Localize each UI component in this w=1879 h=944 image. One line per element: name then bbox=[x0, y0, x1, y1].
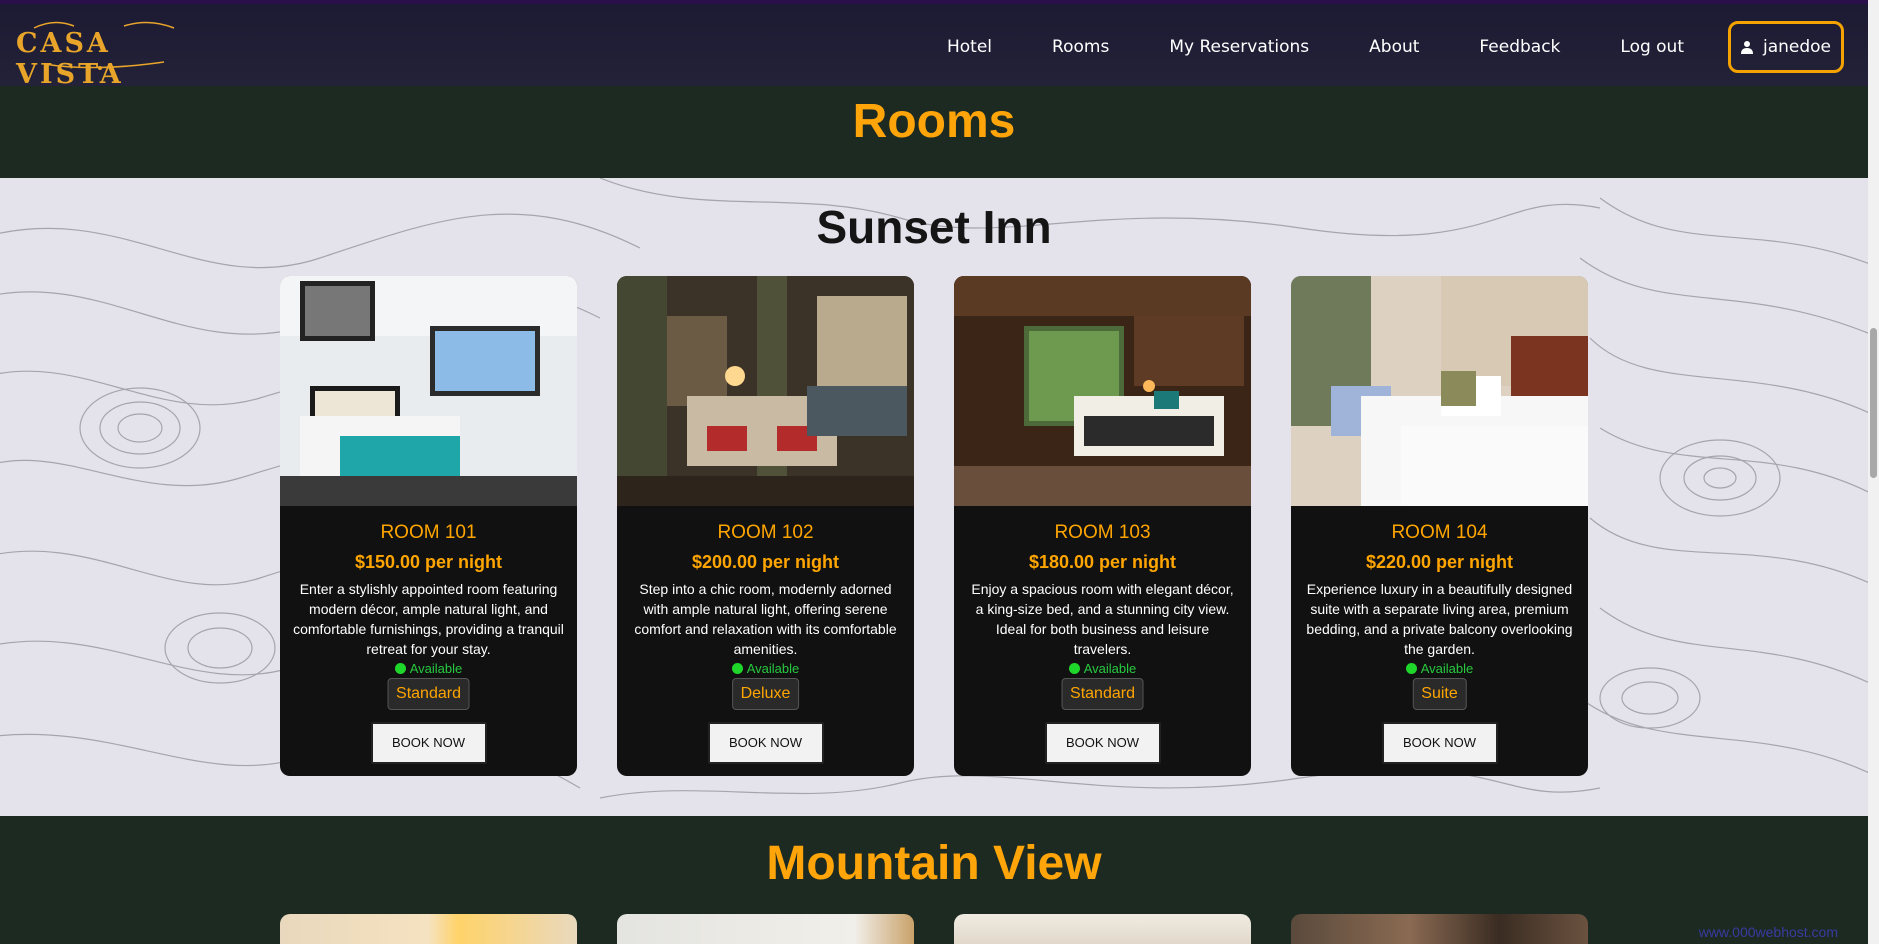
book-now-button[interactable]: BOOK NOW bbox=[707, 722, 824, 764]
room-card: ROOM 103 $180.00 per night Enjoy a spaci… bbox=[954, 276, 1251, 776]
nav-link-hotel[interactable]: Hotel bbox=[947, 37, 992, 57]
room-description: Enter a stylishly appointed room featuri… bbox=[293, 581, 564, 657]
broken-image-link[interactable]: www.000webhost.com bbox=[1699, 924, 1838, 940]
status-label: Available bbox=[746, 661, 800, 676]
user-account-button[interactable]: janedoe bbox=[1728, 21, 1844, 73]
availability-status: Available bbox=[280, 661, 577, 676]
nav-link-rooms[interactable]: Rooms bbox=[1052, 37, 1109, 57]
room-description: Experience luxury in a beautifully desig… bbox=[1306, 581, 1573, 657]
availability-status: Available bbox=[617, 661, 914, 676]
room-price: $150.00 per night bbox=[354, 552, 503, 572]
room-card-photo bbox=[1291, 914, 1588, 944]
availability-status: Available bbox=[1291, 661, 1588, 676]
room-cards: ROOM 101 $150.00 per night Enter a styli… bbox=[280, 276, 1588, 776]
casa-vista-logo[interactable]: CASA VISTA bbox=[14, 18, 184, 90]
status-label: Available bbox=[1083, 661, 1137, 676]
hotel-section-sunset-inn: Sunset Inn ROOM 101 $150.00 per night En… bbox=[0, 178, 1868, 816]
scrollbar-thumb[interactable] bbox=[1870, 328, 1877, 478]
room-card-photo bbox=[954, 914, 1251, 944]
available-dot-icon bbox=[394, 663, 406, 674]
page-scrollbar[interactable] bbox=[1868, 0, 1879, 944]
logo-text: CASA VISTA bbox=[16, 28, 124, 90]
nav-links: Hotel Rooms My Reservations About Feedba… bbox=[887, 20, 1844, 74]
room-card: ROOM 101 $150.00 per night Enter a styli… bbox=[280, 276, 577, 776]
room-type-badge: Standard bbox=[387, 678, 470, 710]
available-dot-icon bbox=[731, 663, 743, 674]
username-label: janedoe bbox=[1762, 37, 1832, 57]
status-label: Available bbox=[1420, 661, 1474, 676]
room-title: ROOM 101 bbox=[380, 522, 477, 543]
room-type-badge: Standard bbox=[1061, 678, 1144, 710]
room-type-badge: Deluxe bbox=[731, 678, 800, 710]
book-now-button[interactable]: BOOK NOW bbox=[1044, 722, 1161, 764]
nav-link-feedback[interactable]: Feedback bbox=[1479, 37, 1560, 57]
available-dot-icon bbox=[1405, 663, 1417, 674]
room-102-photo bbox=[617, 276, 914, 506]
room-price: $180.00 per night bbox=[1028, 552, 1177, 572]
availability-status: Available bbox=[954, 661, 1251, 676]
room-103-photo bbox=[954, 276, 1251, 506]
hotel-name: Sunset Inn bbox=[816, 201, 1052, 253]
nav-link-about[interactable]: About bbox=[1369, 37, 1419, 57]
room-card-photo bbox=[280, 914, 577, 944]
book-now-button[interactable]: BOOK NOW bbox=[370, 722, 487, 764]
room-price: $200.00 per night bbox=[691, 552, 840, 572]
hotel-name: Mountain View bbox=[766, 837, 1102, 890]
room-101-photo bbox=[280, 276, 577, 506]
rooms-header-band: Rooms bbox=[0, 86, 1868, 178]
book-now-button[interactable]: BOOK NOW bbox=[1381, 722, 1498, 764]
room-description: Step into a chic room, modernly adorned … bbox=[634, 581, 897, 657]
room-card: ROOM 104 $220.00 per night Experience lu… bbox=[1291, 276, 1588, 776]
hotel-section-mountain-view: Mountain View www.000webhost.com bbox=[0, 816, 1868, 944]
nav-link-my-reservations[interactable]: My Reservations bbox=[1169, 37, 1309, 57]
top-navbar: CASA VISTA Hotel Rooms My Reservations A… bbox=[0, 0, 1868, 90]
room-104-photo bbox=[1291, 276, 1588, 506]
room-description: Enjoy a spacious room with elegant décor… bbox=[971, 581, 1234, 657]
status-label: Available bbox=[409, 661, 463, 676]
room-card: ROOM 102 $200.00 per night Step into a c… bbox=[617, 276, 914, 776]
nav-link-logout[interactable]: Log out bbox=[1620, 37, 1684, 57]
room-card-photo bbox=[617, 914, 914, 944]
page-title: Rooms bbox=[852, 95, 1016, 148]
room-price: $220.00 per night bbox=[1365, 552, 1514, 572]
room-title: ROOM 103 bbox=[1054, 522, 1151, 543]
room-title: ROOM 104 bbox=[1391, 522, 1488, 543]
room-cards bbox=[280, 914, 1588, 944]
user-icon bbox=[1740, 40, 1753, 54]
room-type-badge: Suite bbox=[1412, 678, 1467, 710]
available-dot-icon bbox=[1068, 663, 1080, 674]
room-title: ROOM 102 bbox=[717, 522, 814, 543]
